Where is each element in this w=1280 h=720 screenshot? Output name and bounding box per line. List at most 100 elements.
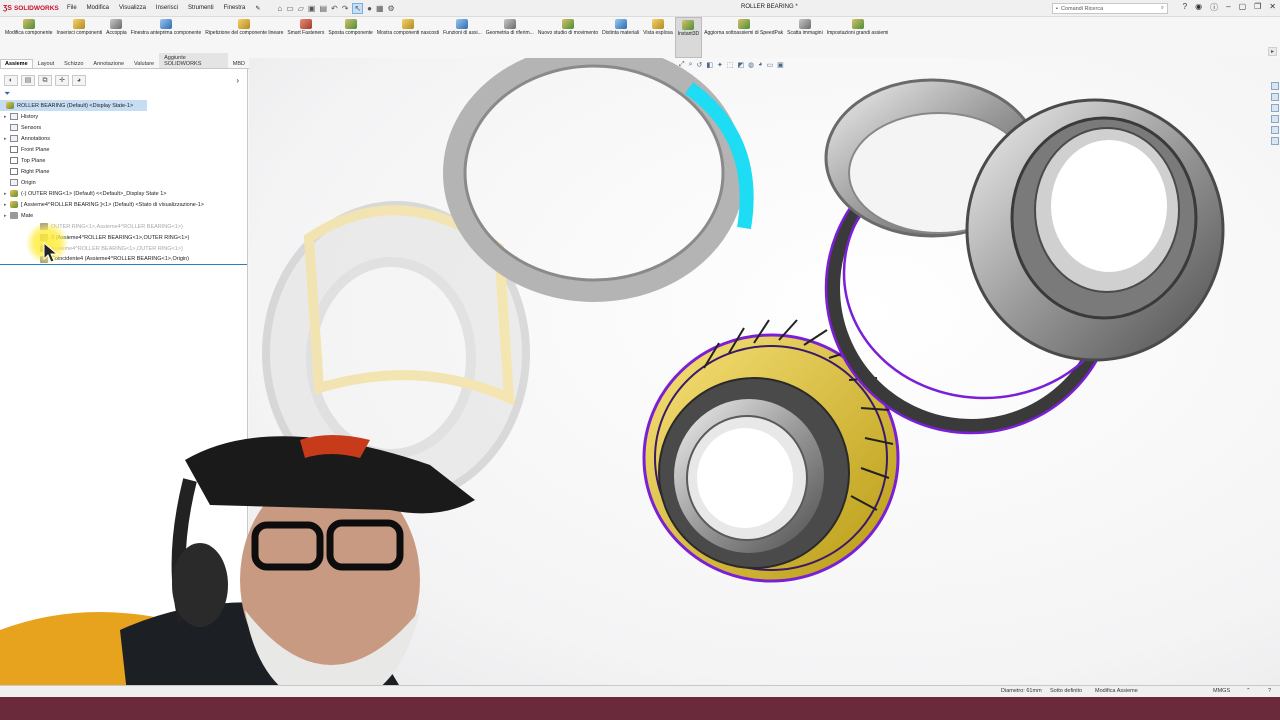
tab-valutare[interactable]: Valutare	[129, 59, 159, 68]
tab-schizzo[interactable]: Schizzo	[59, 59, 88, 68]
ribbon-button-label: Distinta materiali	[602, 30, 640, 36]
ribbon-button-12[interactable]: Vista esplosa	[641, 17, 675, 58]
tree-item-label: Top Plane	[21, 157, 46, 164]
menu-file[interactable]: File	[62, 5, 82, 11]
ribbon-button-16[interactable]: Impostazioni grandi assiemi	[825, 17, 891, 58]
tree-item[interactable]: ▸ (-) OUTER RING<1> (Default) <<Default>_…	[0, 188, 247, 199]
filter-icon[interactable]: ⏷	[0, 89, 247, 100]
tree-item-label: 3 (Assieme4^ROLLER BEARING<1>,OUTER RING…	[51, 234, 190, 241]
ribbon-button-4[interactable]: Ripetizione del componente lineare	[203, 17, 285, 58]
tree-item[interactable]: ▸ Mate	[0, 210, 247, 221]
menu-finestra[interactable]: Finestra	[219, 5, 251, 11]
ribbon-collapse-button[interactable]: ▸	[1268, 47, 1277, 56]
outer-ring-gray	[443, 58, 754, 302]
ribbon-button-5[interactable]: Smart Fasteners	[285, 17, 326, 58]
ribbon-button-label: Mostra componenti nascosti	[376, 30, 440, 36]
close-icon[interactable]: ✕	[1269, 2, 1276, 13]
ribbon-button-11[interactable]: Distinta materiali	[600, 17, 641, 58]
ribbon-button-14[interactable]: Aggiorna sottoassiemi di SpeedPak	[702, 17, 785, 58]
tree-item[interactable]: Sensors	[0, 122, 247, 133]
display-manager-icon[interactable]: ◕	[72, 75, 86, 86]
menu-strumenti[interactable]: Strumenti	[183, 5, 219, 11]
select-icon[interactable]: ↖	[352, 2, 364, 14]
menu-visualizza[interactable]: Visualizza	[114, 5, 151, 11]
ribbon-button-1[interactable]: Inserisci componenti	[55, 17, 105, 58]
taskbar-strip	[0, 697, 1280, 720]
tree-item[interactable]: Origin	[0, 177, 247, 188]
ribbon-button-0[interactable]: Modifica componente	[3, 17, 55, 58]
menu-inserisci[interactable]: Inserisci	[151, 5, 183, 11]
ribbon-button-label: Impostazioni grandi assiemi	[826, 30, 889, 36]
configuration-manager-icon[interactable]: ⧉	[38, 75, 52, 86]
feature-manager-icon[interactable]: ◐	[4, 75, 18, 86]
ribbon-button-label: Accoppia	[106, 30, 127, 36]
tree-item[interactable]: ▸ Annotations	[0, 133, 247, 144]
chevron-right-icon[interactable]: ›	[236, 76, 239, 85]
new-icon[interactable]: ▭	[286, 4, 294, 13]
ribbon-command-icon	[651, 19, 664, 29]
print-icon[interactable]: ▤	[319, 4, 327, 13]
tab-annotazione[interactable]: Annotazione	[88, 59, 129, 68]
undo-icon[interactable]: ↶	[331, 4, 338, 13]
ribbon-button-label: Finestra anteprima componente	[130, 30, 202, 36]
help-circle-icon[interactable]: ⓘ	[1210, 2, 1218, 13]
open-icon[interactable]: ▱	[298, 4, 304, 13]
property-manager-icon[interactable]: ▤	[21, 75, 35, 86]
status-help-icon[interactable]: ?	[1268, 688, 1271, 694]
help-icon[interactable]: ?	[1183, 2, 1187, 13]
pin-icon[interactable]: ✎	[250, 5, 265, 12]
status-diameter: Diametro: 61mm	[1001, 688, 1042, 694]
ribbon-button-2[interactable]: Accoppia	[104, 17, 129, 58]
tab-layout[interactable]: Layout	[33, 59, 60, 68]
tab-mbd[interactable]: MBD	[228, 59, 250, 68]
search-commands-input[interactable]: ▪ Comandi Ricerca ⌕	[1052, 3, 1168, 14]
ribbon-button-8[interactable]: Funzioni di assi...	[441, 17, 484, 58]
tree-item-label: Origin	[21, 179, 36, 186]
status-arrow-icon[interactable]: ⌃	[1246, 688, 1251, 694]
origin-icon	[10, 179, 18, 186]
tree-item[interactable]: ▸[ Assieme4^ROLLER BEARING ]<1> (Default…	[0, 199, 247, 210]
tile-icon[interactable]: ❐	[1254, 2, 1261, 13]
status-units[interactable]: MMGS	[1213, 688, 1230, 694]
minimize-icon[interactable]: –	[1226, 2, 1230, 13]
tab-aggiunte-solidworks[interactable]: Aggiunte SOLIDWORKS	[159, 53, 228, 68]
quick-access-toolbar: ⌂ ▭ ▱ ▣ ▤ ↶ ↷ ↖ ● ▦ ⚙	[277, 2, 395, 14]
window-controls: ? ◉ ⓘ – ▢ ❐ ✕	[1183, 2, 1276, 13]
tree-root-assembly[interactable]: ROLLER BEARING (Default) <Display State-…	[0, 100, 147, 111]
tree-item-label: Right Plane	[21, 168, 50, 175]
status-definition: Sotto definito	[1050, 688, 1083, 694]
ribbon-button-label: Aggiorna sottoassiemi di SpeedPak	[704, 30, 784, 36]
ribbon-button-10[interactable]: Nuovo studio di movimento	[536, 17, 600, 58]
ribbon-button-3[interactable]: Finestra anteprima componente	[129, 17, 204, 58]
ribbon-button-9[interactable]: Geometria di riferim...	[484, 17, 536, 58]
ribbon-button-15[interactable]: Scatta immagini	[785, 17, 825, 58]
tab-assieme[interactable]: Assieme	[0, 59, 33, 68]
ribbon-command-icon	[22, 19, 35, 29]
search-icon[interactable]: ⌕	[1161, 5, 1164, 12]
plane-icon	[10, 146, 18, 153]
restore-icon[interactable]: ▢	[1239, 2, 1247, 13]
solidworks-logo[interactable]: ƷS SOLIDWORKS	[0, 5, 62, 12]
home-icon[interactable]: ⌂	[277, 4, 282, 13]
tree-item[interactable]: Right Plane	[0, 166, 247, 177]
ribbon-button-7[interactable]: Mostra componenti nascosti	[375, 17, 441, 58]
dimxpert-icon[interactable]: ✛	[55, 75, 69, 86]
tree-item[interactable]: Front Plane	[0, 144, 247, 155]
ribbon-button-6[interactable]: Sposta componente	[326, 17, 374, 58]
tree-item[interactable]: Top Plane	[0, 155, 247, 166]
user-icon[interactable]: ◉	[1195, 2, 1202, 13]
ribbon-command-icon	[456, 19, 469, 29]
ribbon-button-13[interactable]: Instant3D	[674, 17, 703, 58]
rebuild-icon[interactable]: ●	[367, 4, 372, 13]
plane-icon	[10, 168, 18, 175]
tree-item[interactable]: ▸ History	[0, 111, 247, 122]
options-icon[interactable]: ⚙	[388, 4, 395, 13]
redo-icon[interactable]: ↷	[342, 4, 349, 13]
save-icon[interactable]: ▣	[308, 4, 316, 13]
file-properties-icon[interactable]: ▦	[376, 4, 384, 13]
status-mode: Modifica Assieme	[1095, 688, 1138, 694]
menu-modifica[interactable]: Modifica	[82, 5, 114, 11]
ribbon-command-icon	[73, 19, 86, 29]
ribbon-button-label: Funzioni di assi...	[443, 30, 482, 36]
ribbon-command-icon	[344, 19, 357, 29]
